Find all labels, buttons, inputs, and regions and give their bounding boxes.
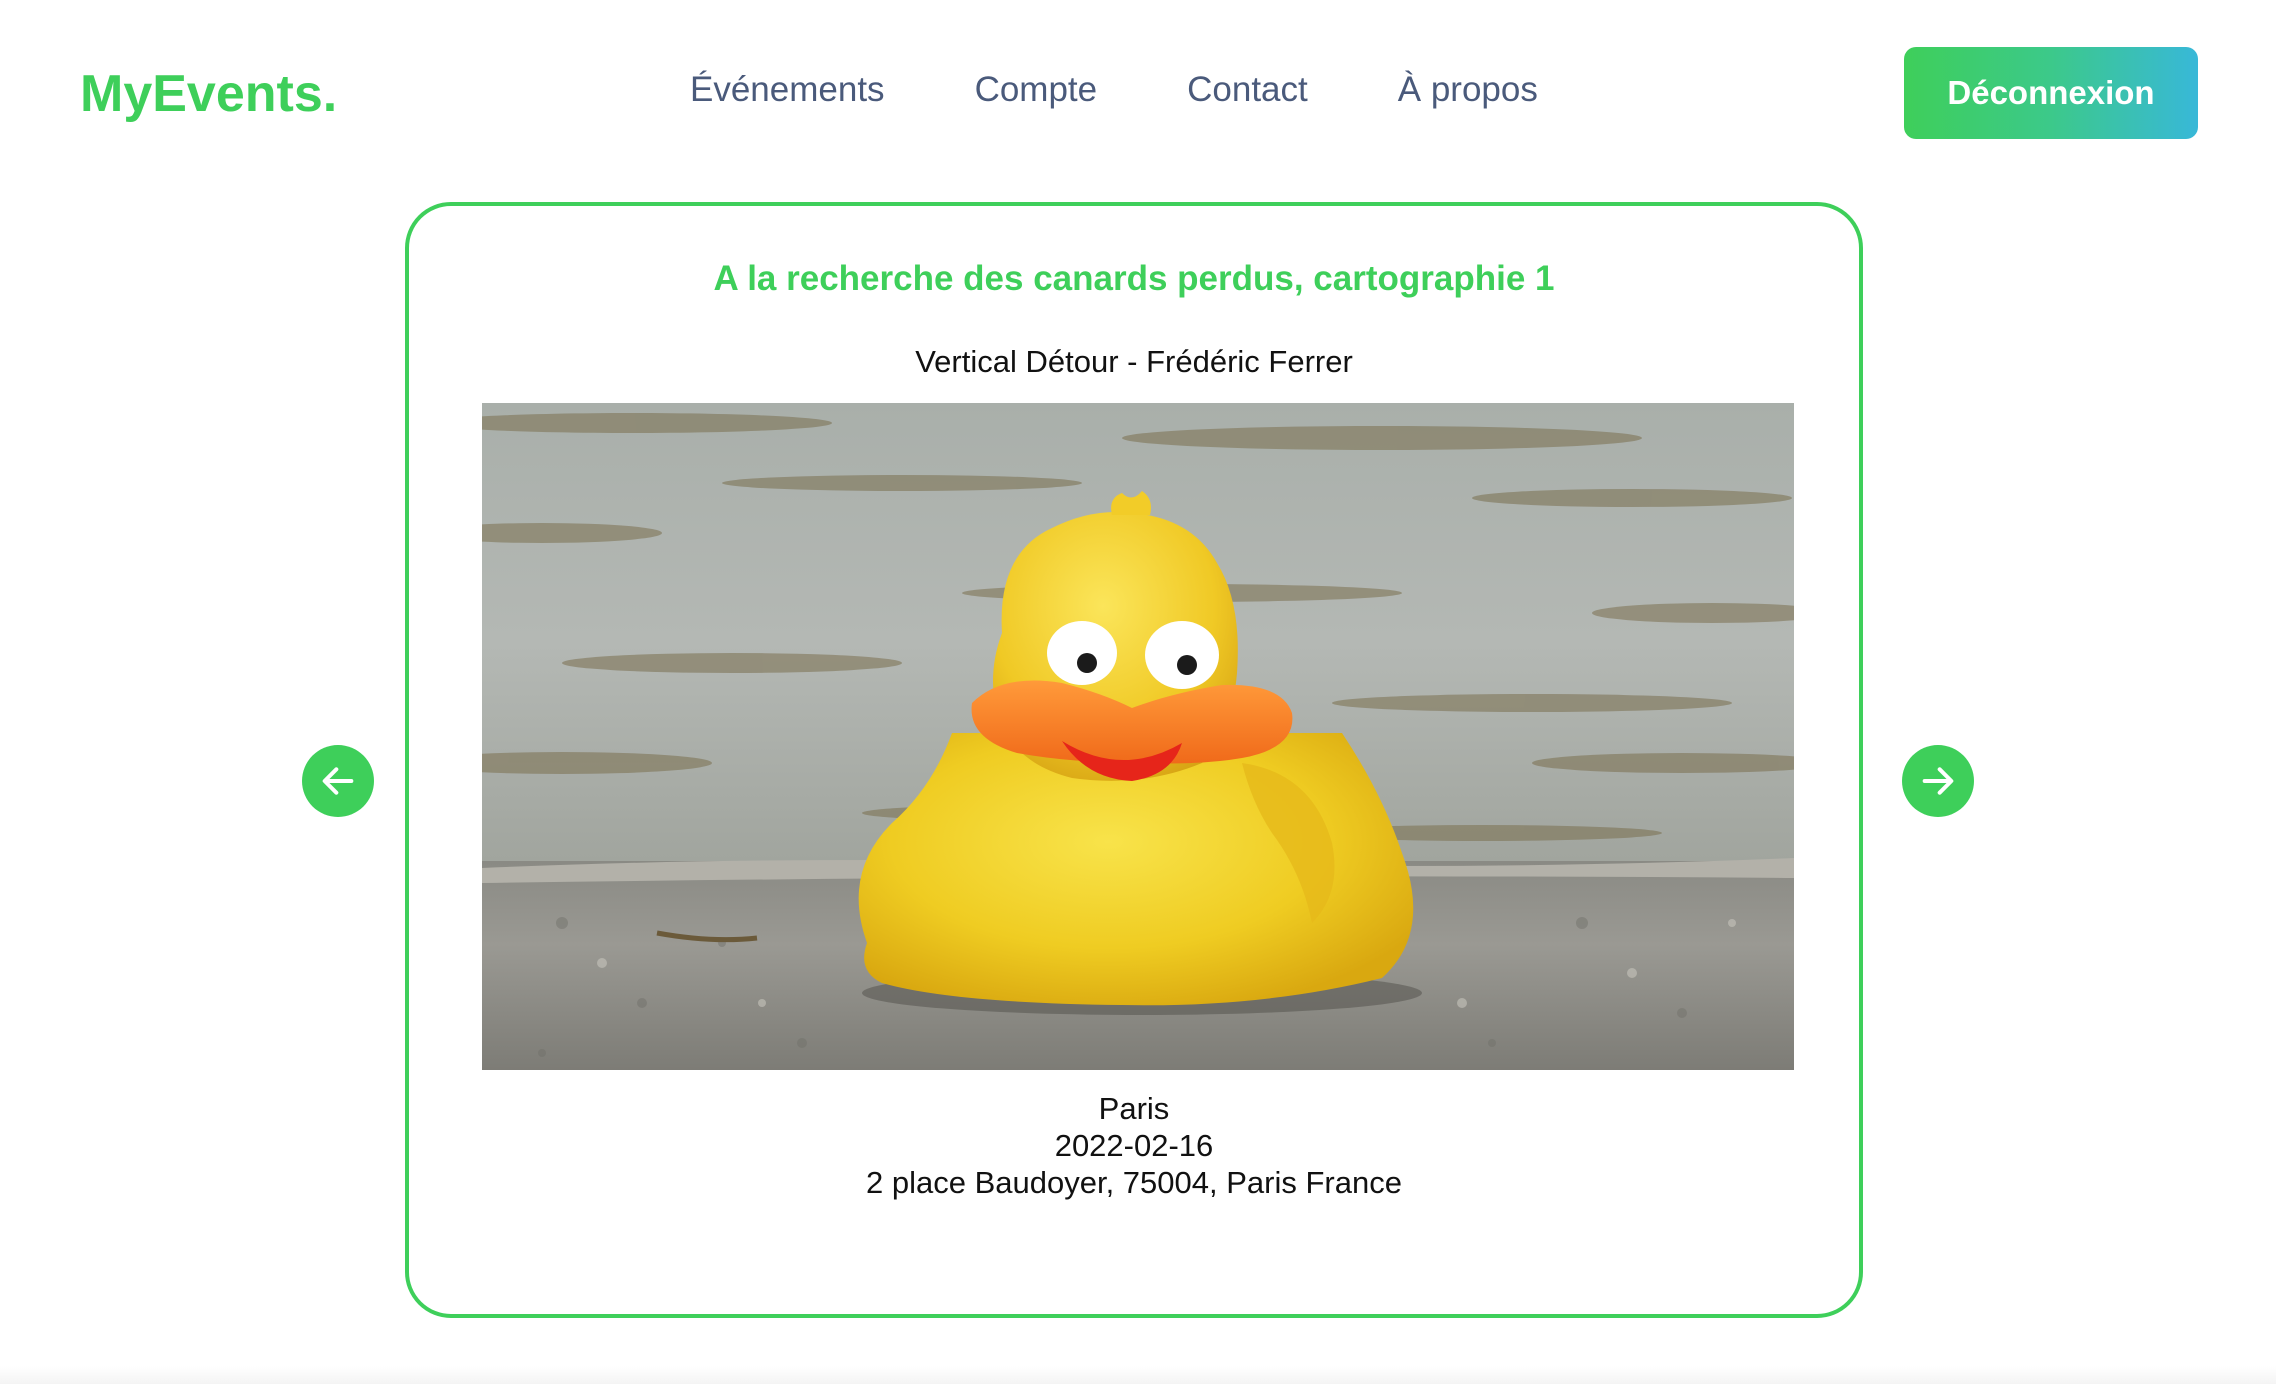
main-nav: Événements Compte Contact À propos [690, 62, 1628, 118]
carousel-prev-button[interactable] [302, 745, 374, 817]
event-address: 2 place Baudoyer, 75004, Paris France [866, 1165, 1402, 1200]
event-image [482, 403, 1794, 1070]
page-bottom-edge [0, 1366, 2276, 1384]
carousel-next-button[interactable] [1902, 745, 1974, 817]
event-title: A la recherche des canards perdus, carto… [713, 259, 1555, 298]
nav-item-compte[interactable]: Compte [975, 62, 1098, 118]
event-city: Paris [1098, 1091, 1170, 1126]
logout-button[interactable]: Déconnexion [1904, 47, 2198, 139]
logo[interactable]: MyEvents. [80, 62, 337, 126]
event-card: A la recherche des canards perdus, carto… [405, 202, 1863, 1318]
nav-item-contact[interactable]: Contact [1187, 62, 1308, 118]
arrow-left-icon [322, 767, 354, 795]
nav-item-a-propos[interactable]: À propos [1398, 62, 1538, 118]
arrow-right-icon [1922, 767, 1954, 795]
event-details: Paris 2022-02-16 2 place Baudoyer, 75004… [409, 1090, 1859, 1201]
event-date: 2022-02-16 [1054, 1128, 1214, 1163]
nav-item-evenements[interactable]: Événements [690, 62, 885, 118]
event-subtitle: Vertical Détour - Frédéric Ferrer [915, 344, 1353, 379]
